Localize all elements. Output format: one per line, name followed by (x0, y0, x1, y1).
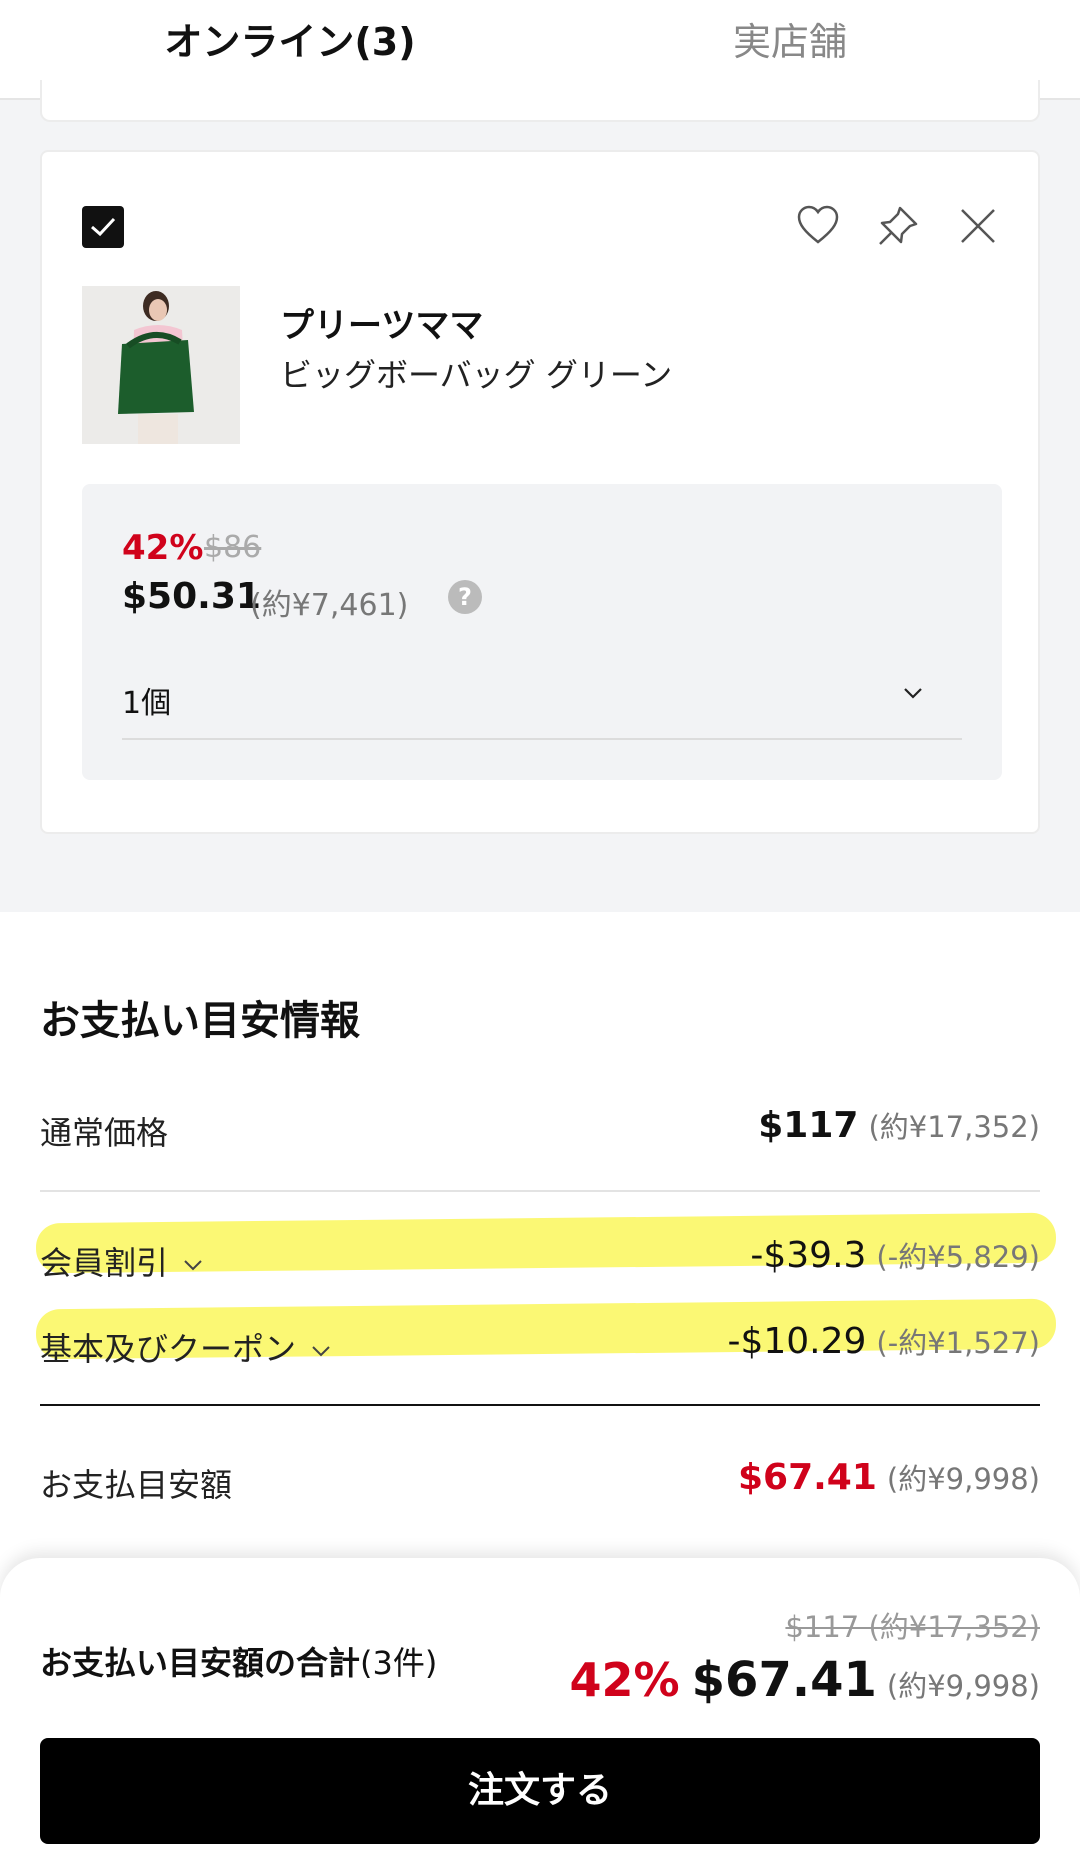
quantity-select[interactable]: 1個 (122, 678, 171, 722)
sale-price: $50.31 (122, 576, 261, 617)
regular-price-amount: $117 (758, 1105, 859, 1146)
previous-cart-item-card (40, 80, 1040, 122)
product-name[interactable]: ビッグボーバッグ グリーン (280, 350, 672, 396)
estimate-value: $67.41 (約¥9,998) (738, 1456, 1040, 1498)
order-summary-sheet: お支払い目安額の合計(3件) $117 (約¥17,352) 42% $67.41… (0, 1558, 1080, 1864)
coupon-discount-amount: -$10.29 (727, 1321, 867, 1362)
original-price: $86 (204, 530, 262, 565)
close-icon[interactable] (954, 202, 1002, 250)
member-discount-yen: (-約¥5,829) (876, 1240, 1040, 1274)
price-yen: (約¥7,461) (250, 588, 409, 623)
regular-price-yen: (約¥17,352) (868, 1110, 1040, 1144)
price-box: 42% $86 $50.31 (約¥7,461) ? 1個 (82, 484, 1002, 780)
summary-total-yen: (約¥9,998) (886, 1669, 1040, 1703)
quantity-underline (122, 738, 962, 740)
product-image[interactable] (82, 286, 240, 444)
cart-page: オンライン(3) 実店舗 プリーツママ ビッグボーバッグ グリーン 42% $8… (0, 0, 1080, 1864)
chevron-down-icon (312, 1346, 330, 1357)
product-brand[interactable]: プリーツママ (280, 298, 483, 347)
chevron-down-icon (184, 1260, 202, 1271)
summary-title: お支払い目安額の合計 (40, 1644, 361, 1682)
regular-price-value: $117 (約¥17,352) (758, 1104, 1040, 1146)
coupon-discount-toggle[interactable]: 基本及びクーポン (40, 1324, 332, 1370)
summary-discount: 42% (569, 1653, 680, 1707)
cart-item-card: プリーツママ ビッグボーバッグ グリーン 42% $86 $50.31 (約¥7… (40, 150, 1040, 834)
summary-label: お支払い目安額の合計(3件) (40, 1638, 437, 1684)
estimate-yen: (約¥9,998) (886, 1462, 1040, 1496)
regular-price-label: 通常価格 (40, 1114, 169, 1152)
summary-count: (3件) (360, 1644, 438, 1682)
member-discount-label: 会員割引 (40, 1244, 169, 1282)
summary-original-price: $117 (約¥17,352) (785, 1610, 1040, 1644)
payment-info-title: お支払い目安情報 (40, 998, 360, 1044)
heart-icon[interactable] (794, 202, 842, 250)
member-discount-toggle[interactable]: 会員割引 (40, 1238, 204, 1284)
chevron-down-icon[interactable] (902, 682, 924, 704)
coupon-discount-label: 基本及びクーポン (40, 1330, 297, 1368)
estimate-label: お支払目安額 (40, 1466, 233, 1504)
divider (40, 1190, 1040, 1192)
member-discount-amount: -$39.3 (750, 1235, 867, 1276)
divider (40, 1404, 1040, 1406)
discount-rate: 42% (122, 528, 204, 568)
pin-icon[interactable] (874, 202, 922, 250)
item-checkbox[interactable] (82, 206, 124, 248)
summary-total-amount: $67.41 (691, 1652, 877, 1708)
coupon-discount-yen: (-約¥1,527) (876, 1326, 1040, 1360)
coupon-discount-value: -$10.29 (-約¥1,527) (727, 1320, 1040, 1362)
estimate-amount: $67.41 (737, 1457, 877, 1498)
member-discount-value: -$39.3 (-約¥5,829) (750, 1234, 1040, 1276)
summary-total: 42% $67.41 (約¥9,998) (570, 1652, 1040, 1708)
checkmark-icon (91, 217, 116, 237)
order-button[interactable]: 注文する (40, 1738, 1040, 1844)
help-icon[interactable]: ? (448, 580, 482, 614)
